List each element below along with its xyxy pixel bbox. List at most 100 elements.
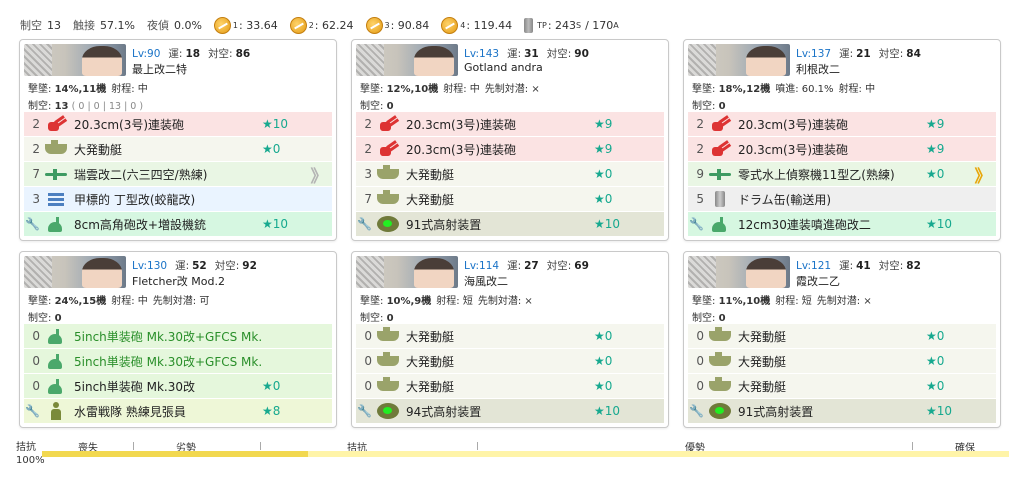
ship-card[interactable]: Lv:121 運: 41 対空: 82 霞改二乙 撃墜: 11%,10機 射程: 短先制対潜:… [683,251,1001,428]
equipment-slot[interactable]: 2 20.3cm(3号)連装砲 ★9 [356,112,664,137]
tp-a-sub: A [613,20,619,30]
ship-level: Lv:137 [796,48,832,60]
improvement-level: ★10 [262,117,289,131]
ship-stats-line: 撃墜: 11%,10機 射程: 短先制対潜: × [692,292,872,307]
aa-value: 86 [235,48,251,60]
improvement-level: ★0 [926,354,945,368]
ship-level-line: Lv:143 運: 31 対空: 90 [464,46,589,61]
improvement-level: ★10 [594,217,621,231]
landing-craft-icon [376,327,400,345]
aa-director-icon [708,402,732,420]
wrench-icon: 🔧 [25,404,40,418]
landing-craft-icon [376,165,400,183]
ship-card[interactable]: Lv:130 運: 52 対空: 92 Fletcher改 Mod.2 撃墜: 24%,15… [19,251,337,428]
equipment-slot[interactable]: 0 5inch単装砲 Mk.30改+GFCS Mk.37 [24,349,332,374]
aa-label: 対空: [546,260,572,272]
improvement-level: ★10 [926,404,953,418]
equipment-slot[interactable]: 2 20.3cm(3号)連装砲 ★10 [24,112,332,137]
luck-label: 運: [839,48,854,60]
gauge-tick [477,442,478,450]
equipment-slot[interactable]: 🔧 水雷戦隊 熟練見張員 ★8 [24,399,332,424]
equipment-name: 大発動艇 [406,329,455,344]
los-value: : 62.24 [314,18,354,32]
equipment-name: 20.3cm(3号)連装砲 [406,142,517,157]
los-icon [365,16,383,34]
wrench-icon: 🔧 [357,404,372,418]
cannon-icon [708,140,732,158]
wrench-icon: 🔧 [689,404,704,418]
equipment-slot[interactable]: 0 大発動艇 ★0 [356,324,664,349]
equipment-name: 大発動艇 [406,192,455,207]
slot-count: 0 [696,379,704,393]
landing-craft-icon [376,190,400,208]
improvement-level: ★0 [594,354,613,368]
equipment-slot[interactable]: 7 大発動艇 ★0 [356,187,664,212]
equipment-slot[interactable]: 0 大発動艇 ★0 [356,349,664,374]
los-sub: 1 [232,20,238,30]
gauge-tick [912,442,913,450]
equipment-slot[interactable]: 🔧 12cm30連装噴進砲改二 ★10 [688,212,996,237]
landing-craft-icon [44,140,68,158]
ship-banner-image [356,256,458,288]
equipment-name: 91式高射装置 [738,404,814,419]
shootdown-label: 撃墜: [360,84,384,95]
equipment-slot[interactable]: 0 大発動艇 ★0 [688,374,996,399]
contact-label: 触接 [73,19,95,32]
aa-label: 対空: [214,260,240,272]
air-power-value: 0 [386,101,394,112]
equipment-slot[interactable]: 2 大発動艇 ★0 [24,137,332,162]
equipment-slot[interactable]: 2 20.3cm(3号)連装砲 ★9 [688,112,996,137]
equipment-slot[interactable]: 🔧 91式高射装置 ★10 [356,212,664,237]
equipment-slot[interactable]: 🔧 8cm高角砲改+増設機銃 ★10 [24,212,332,237]
improvement-level: ★0 [926,167,945,181]
equipment-slot[interactable]: 0 5inch単装砲 Mk.30改+GFCS Mk.37 [24,324,332,349]
equipment-slot[interactable]: 0 大発動艇 ★0 [356,374,664,399]
gauge-percent-label: 100% [16,455,45,466]
stat-b-value: 中 [137,296,148,307]
equipment-slot[interactable]: 0 5inch単装砲 Mk.30改 ★0 [24,374,332,399]
tp-s-value: : 243 [547,18,577,32]
equipment-slot[interactable]: 5 ドラム缶(輸送用) [688,187,996,212]
ship-banner-image [688,44,790,76]
midget-sub-icon [44,190,68,208]
luck-label: 運: [507,48,522,60]
slot-count: 3 [32,192,40,206]
shootdown-value: 14%,11機 [54,84,107,95]
equipment-slot[interactable]: 🔧 94式高射装置 ★10 [356,399,664,424]
luck-label: 運: [507,260,522,272]
slot-count: 0 [364,354,372,368]
ship-card[interactable]: Lv:137 運: 21 対空: 84 利根改二 撃墜: 18%,12機 噴進: 60.1% 射… [683,39,1001,241]
improvement-level: ★9 [594,117,613,131]
equipment-slot[interactable]: 🔧 91式高射装置 ★10 [688,399,996,424]
equipment-slot[interactable]: 2 20.3cm(3号)連装砲 ★9 [356,137,664,162]
air-superiority-stat: 制空 13 [20,17,61,33]
los-value: : 33.64 [239,18,278,32]
stat-c-value: × [524,296,533,307]
equipment-slot[interactable]: 3 大発動艇 ★0 [356,162,664,187]
stat-b-value: 中 [137,84,148,95]
los-stat-4: 4 : 119.44 [441,16,512,34]
slot-count: 7 [364,192,372,206]
equipment-slot[interactable]: 9 零式水上偵察機11型乙(熟練) ★0 》 [688,162,996,187]
aa-gun-icon [44,352,68,370]
ship-header: Lv:90 運: 18 対空: 86 最上改二特 [24,44,332,76]
luck-label: 運: [839,260,854,272]
equipment-name: 瑞雲改二(六三四空/熟練) [74,167,208,182]
fleet-analysis-panel: 制空 13 触接 57.1% 夜偵 0.0% 1 : 33.64 2 : 62.… [0,0,1024,477]
ship-card[interactable]: Lv:90 運: 18 対空: 86 最上改二特 撃墜: 14%,11機 射程: 中 制空: … [19,39,337,241]
equipment-slot[interactable]: 7 瑞雲改二(六三四空/熟練) 》 [24,162,332,187]
shootdown-label: 撃墜: [28,296,52,307]
seaplane-icon [44,165,68,183]
equipment-slot[interactable]: 0 大発動艇 ★0 [688,349,996,374]
air-superiority-label: 制空 [20,19,42,32]
equipment-slot[interactable]: 2 20.3cm(3号)連装砲 ★9 [688,137,996,162]
equipment-slot[interactable]: 0 大発動艇 ★0 [688,324,996,349]
ship-card[interactable]: Lv:114 運: 27 対空: 69 海風改二 撃墜: 10%,9機 射程: 短先制対潜: … [351,251,669,428]
aa-value: 84 [906,48,921,60]
slot-count: 5 [696,192,704,206]
equipment-slot[interactable]: 3 甲標的 丁型改(蛟龍改) [24,187,332,212]
luck-value: 41 [856,260,871,272]
ship-card[interactable]: Lv:143 運: 31 対空: 90 Gotland andra 撃墜: 12%,10機射… [351,39,669,241]
improvement-level: ★9 [594,142,613,156]
slot-count: 7 [32,167,40,181]
